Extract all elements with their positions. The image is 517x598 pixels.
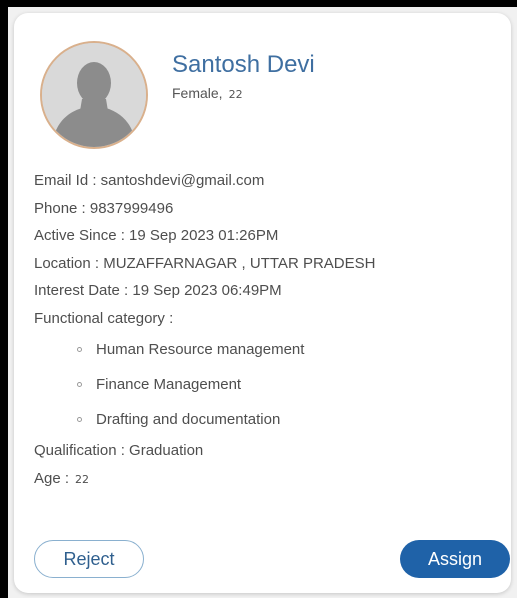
assign-button[interactable]: Assign <box>400 540 510 578</box>
phone-row: Phone : 9837999496 <box>34 199 174 217</box>
qualification-row: Qualification : Graduation <box>34 442 204 459</box>
location-row: Location : MUZAFFARNAGAR , UTTAR PRADESH <box>34 254 376 272</box>
bullet-icon <box>77 417 82 422</box>
age-value: 22 <box>75 472 90 486</box>
avatar <box>40 41 148 149</box>
bullet-icon <box>77 382 82 387</box>
gender-age: Female, 22 <box>172 85 243 101</box>
list-item: Drafting and documentation <box>34 402 501 437</box>
candidate-card: Santosh Devi Female, 22 Email Id : santos… <box>14 13 511 593</box>
gender-text: Female, <box>172 85 223 101</box>
list-item: Finance Management <box>34 367 501 402</box>
email-row: Email Id : santoshdevi@gmail.com <box>34 172 265 189</box>
screen-frame: Santosh Devi Female, 22 Email Id : santos… <box>8 7 517 598</box>
age-row: Age : 22 <box>34 465 501 494</box>
functional-category-label: Functional category : <box>34 309 174 327</box>
header-age-text: 22 <box>228 88 243 101</box>
candidate-name: Santosh Devi <box>172 51 315 78</box>
category-label: Drafting and documentation <box>96 411 281 428</box>
functional-category-list: Human Resource management Finance Manage… <box>34 332 501 437</box>
list-item: Human Resource management <box>34 332 501 367</box>
category-label: Finance Management <box>96 376 242 393</box>
category-label: Human Resource management <box>96 341 305 358</box>
bullet-icon <box>77 347 82 352</box>
person-silhouette-icon <box>42 43 146 147</box>
active-since-row: Active Since : 19 Sep 2023 01:26PM <box>34 227 279 244</box>
reject-button[interactable]: Reject <box>34 540 144 578</box>
age-label: Age : <box>34 469 70 487</box>
interest-date-row: Interest Date : 19 Sep 2023 06:49PM <box>34 282 282 299</box>
candidate-details: Email Id : santoshdevi@gmail.com Phone :… <box>34 167 501 493</box>
